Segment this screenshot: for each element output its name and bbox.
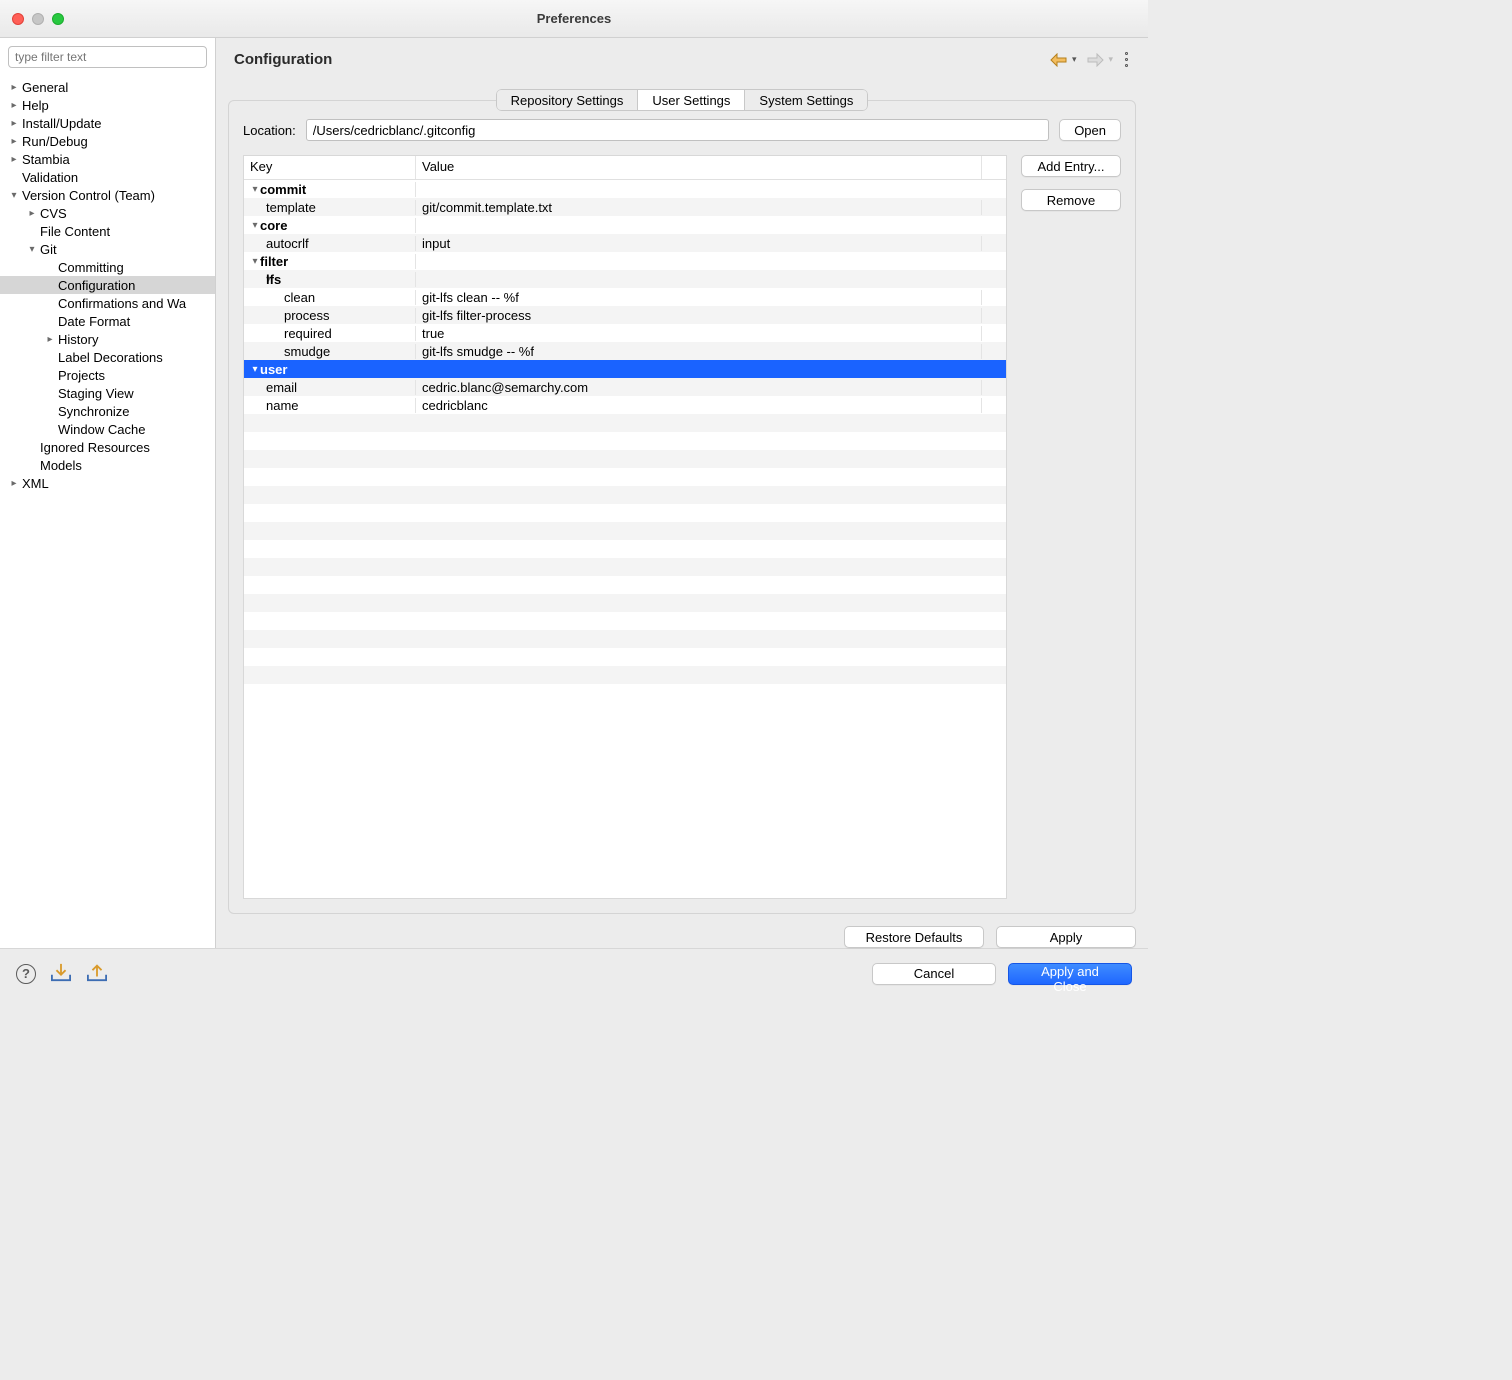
chevron-down-icon: ▾ bbox=[248, 364, 260, 375]
tree-item-git[interactable]: ▾Git bbox=[0, 240, 215, 258]
preferences-sidebar: ▸General ▸Help ▸Install/Update ▸Run/Debu… bbox=[0, 38, 216, 948]
tree-item-models[interactable]: Models bbox=[0, 456, 215, 474]
tree-item-projects[interactable]: Projects bbox=[0, 366, 215, 384]
nav-back-button[interactable]: ▾ bbox=[1050, 53, 1077, 67]
tree-item-synchronize[interactable]: Synchronize bbox=[0, 402, 215, 420]
tree-item-configuration[interactable]: Configuration bbox=[0, 276, 215, 294]
export-icon[interactable] bbox=[86, 962, 108, 985]
chevron-right-icon: ▸ bbox=[8, 478, 20, 489]
chevron-down-icon: ▾ bbox=[248, 220, 260, 231]
column-header-key[interactable]: Key bbox=[244, 156, 416, 179]
preferences-tree: ▸General ▸Help ▸Install/Update ▸Run/Debu… bbox=[0, 76, 215, 948]
location-label: Location: bbox=[243, 123, 296, 138]
table-row[interactable]: cleangit-lfs clean -- %f bbox=[244, 288, 1006, 306]
settings-tabs: Repository Settings User Settings System… bbox=[496, 89, 869, 111]
tree-item-xml[interactable]: ▸XML bbox=[0, 474, 215, 492]
apply-and-close-button[interactable]: Apply and Close bbox=[1008, 963, 1132, 985]
chevron-down-icon: ▾ bbox=[248, 184, 260, 195]
chevron-down-icon: ▾ bbox=[26, 244, 38, 255]
dropdown-caret-icon: ▾ bbox=[1072, 54, 1077, 65]
tree-item-help[interactable]: ▸Help bbox=[0, 96, 215, 114]
window-title: Preferences bbox=[0, 11, 1148, 26]
tree-item-label-decorations[interactable]: Label Decorations bbox=[0, 348, 215, 366]
table-row[interactable]: smudgegit-lfs smudge -- %f bbox=[244, 342, 1006, 360]
table-row[interactable]: ▾filter bbox=[244, 252, 1006, 270]
apply-button[interactable]: Apply bbox=[996, 926, 1136, 948]
tree-item-confirmations[interactable]: Confirmations and Wa bbox=[0, 294, 215, 312]
chevron-right-icon: ▸ bbox=[8, 136, 20, 147]
table-row[interactable]: ▾lfs bbox=[244, 270, 1006, 288]
table-row[interactable]: namecedricblanc bbox=[244, 396, 1006, 414]
table-row[interactable]: emailcedric.blanc@semarchy.com bbox=[244, 378, 1006, 396]
titlebar: Preferences bbox=[0, 0, 1148, 38]
config-table: Key Value ▾commit templategit/commit.tem… bbox=[243, 155, 1007, 899]
chevron-right-icon: ▸ bbox=[8, 118, 20, 129]
table-row[interactable]: ▾user bbox=[244, 360, 1006, 378]
table-row[interactable]: ▾core bbox=[244, 216, 1006, 234]
table-row[interactable]: requiredtrue bbox=[244, 324, 1006, 342]
restore-defaults-button[interactable]: Restore Defaults bbox=[844, 926, 984, 948]
location-input[interactable] bbox=[306, 119, 1049, 141]
nav-forward-button[interactable]: ▾ bbox=[1086, 53, 1113, 67]
chevron-right-icon: ▸ bbox=[26, 208, 38, 219]
table-row[interactable]: autocrlfinput bbox=[244, 234, 1006, 252]
dialog-button-bar: ? Cancel Apply and Close bbox=[0, 948, 1148, 998]
tree-item-staging-view[interactable]: Staging View bbox=[0, 384, 215, 402]
tree-item-committing[interactable]: Committing bbox=[0, 258, 215, 276]
table-row[interactable]: processgit-lfs filter-process bbox=[244, 306, 1006, 324]
chevron-down-icon: ▾ bbox=[248, 256, 260, 267]
cancel-button[interactable]: Cancel bbox=[872, 963, 996, 985]
remove-button[interactable]: Remove bbox=[1021, 189, 1121, 211]
chevron-right-icon: ▸ bbox=[44, 334, 56, 345]
add-entry-button[interactable]: Add Entry... bbox=[1021, 155, 1121, 177]
tree-item-version-control[interactable]: ▾Version Control (Team) bbox=[0, 186, 215, 204]
view-menu-button[interactable] bbox=[1123, 50, 1130, 69]
page-title: Configuration bbox=[234, 51, 332, 68]
tree-item-date-format[interactable]: Date Format bbox=[0, 312, 215, 330]
table-row[interactable]: ▾commit bbox=[244, 180, 1006, 198]
chevron-right-icon: ▸ bbox=[8, 100, 20, 111]
column-header-value[interactable]: Value bbox=[416, 156, 982, 179]
tree-item-window-cache[interactable]: Window Cache bbox=[0, 420, 215, 438]
tree-item-stambia[interactable]: ▸Stambia bbox=[0, 150, 215, 168]
tab-user-settings[interactable]: User Settings bbox=[637, 89, 745, 111]
tree-item-general[interactable]: ▸General bbox=[0, 78, 215, 96]
tree-item-history[interactable]: ▸History bbox=[0, 330, 215, 348]
tree-item-cvs[interactable]: ▸CVS bbox=[0, 204, 215, 222]
chevron-down-icon: ▾ bbox=[248, 274, 266, 285]
tab-system-settings[interactable]: System Settings bbox=[744, 89, 868, 111]
tab-repository-settings[interactable]: Repository Settings bbox=[496, 89, 639, 111]
table-row[interactable]: templategit/commit.template.txt bbox=[244, 198, 1006, 216]
chevron-right-icon: ▸ bbox=[8, 154, 20, 165]
help-icon[interactable]: ? bbox=[16, 964, 36, 984]
tree-item-run-debug[interactable]: ▸Run/Debug bbox=[0, 132, 215, 150]
filter-input[interactable] bbox=[8, 46, 207, 68]
tree-item-install-update[interactable]: ▸Install/Update bbox=[0, 114, 215, 132]
tree-item-validation[interactable]: Validation bbox=[0, 168, 215, 186]
dropdown-caret-icon: ▾ bbox=[1108, 54, 1113, 65]
import-icon[interactable] bbox=[50, 962, 72, 985]
tree-item-ignored-resources[interactable]: Ignored Resources bbox=[0, 438, 215, 456]
chevron-right-icon: ▸ bbox=[8, 82, 20, 93]
chevron-down-icon: ▾ bbox=[8, 190, 20, 201]
tree-item-file-content[interactable]: File Content bbox=[0, 222, 215, 240]
open-button[interactable]: Open bbox=[1059, 119, 1121, 141]
